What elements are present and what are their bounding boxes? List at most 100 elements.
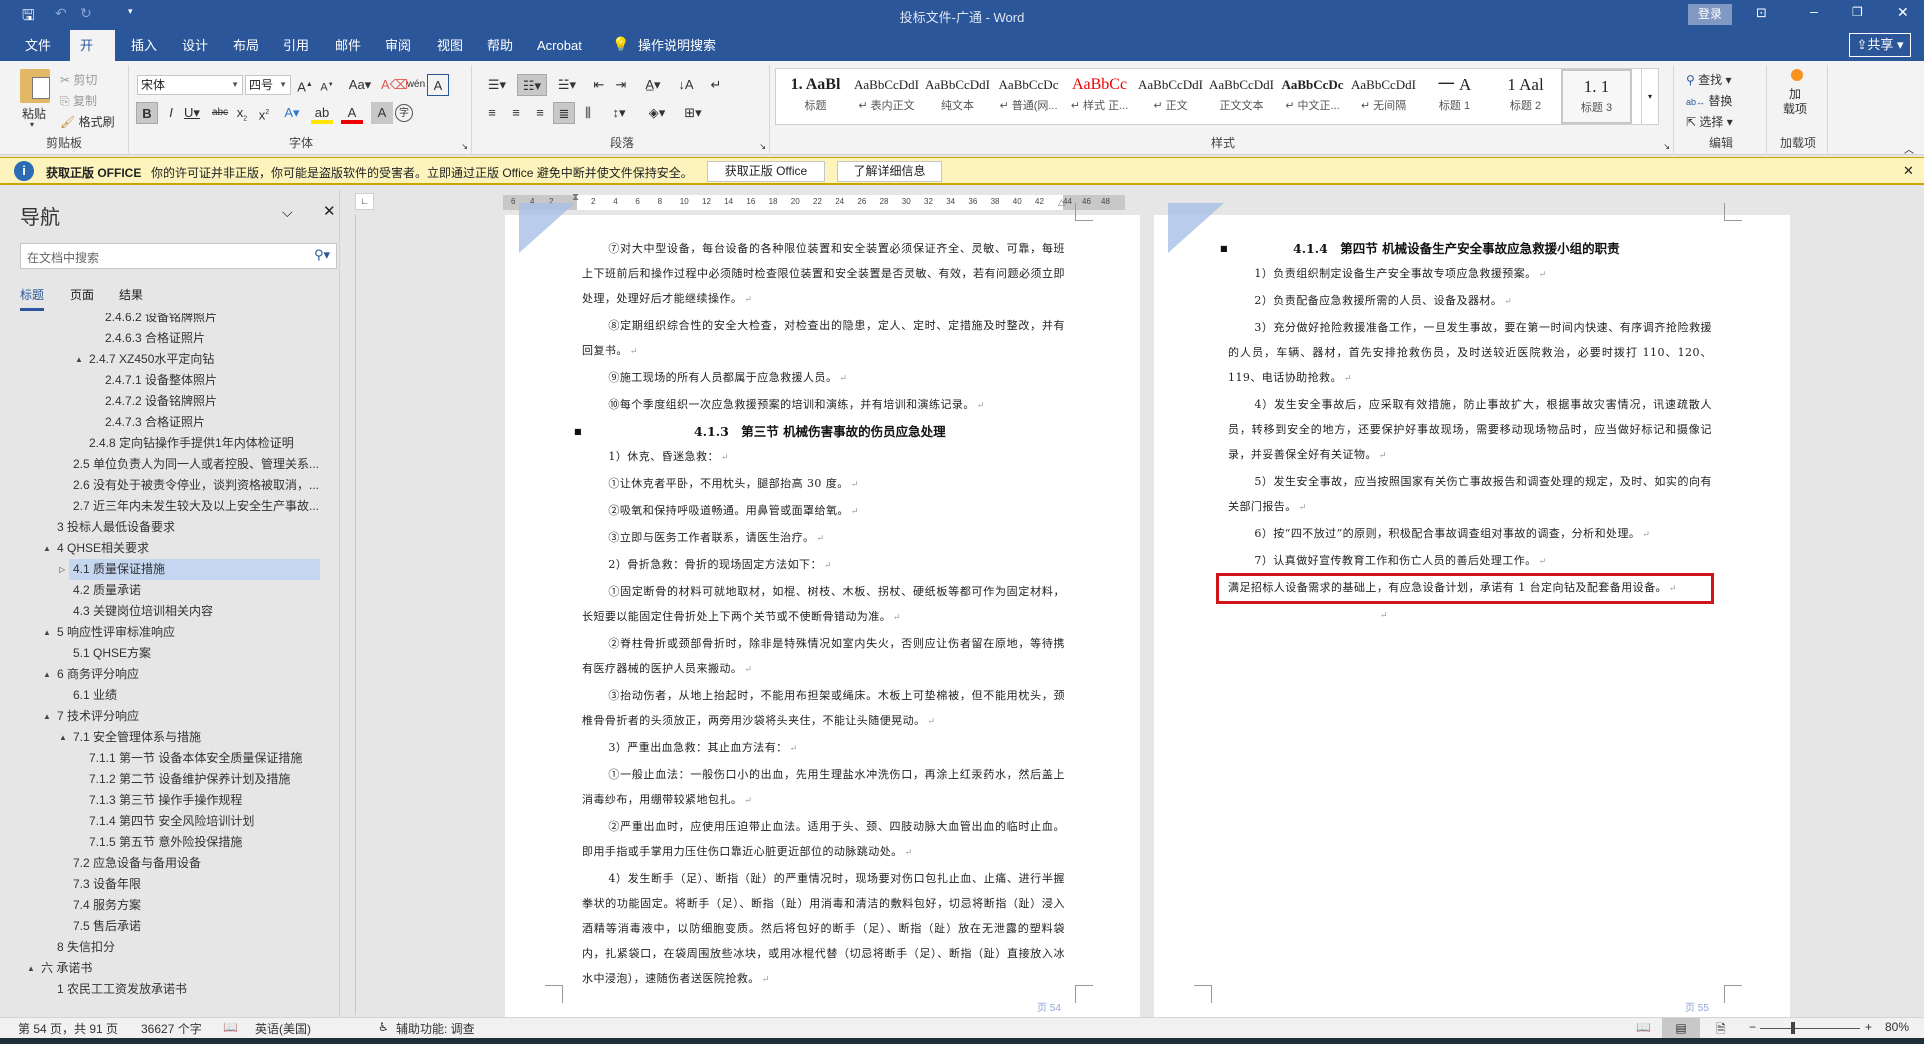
ribbon-display-icon[interactable]: ⊡ [1756,5,1767,21]
superscript-button[interactable]: x2 [253,102,275,124]
align-right-icon[interactable]: ≡ [529,102,551,124]
tab-layout[interactable]: 布局 [223,30,269,61]
word-count[interactable]: 36627 个字 [141,1020,202,1037]
share-button[interactable]: ⇪共享 ▾ [1849,33,1911,57]
close-notice-icon[interactable]: ✕ [1903,163,1914,179]
font-name-select[interactable]: 宋体 ▼ [137,75,243,95]
nav-search-input[interactable]: 在文档中搜索 ⚲▾ [20,243,337,269]
nav-heading-item[interactable]: ▲ 5 响应性评审标准响应 [0,622,330,643]
select-button[interactable]: ⇱ 选择 ▾ [1686,113,1733,130]
paragraph[interactable]: 1）负责组织制定设备生产安全事故专项应急救援预案。 ↵ [1228,261,1712,288]
search-icon[interactable]: ⚲▾ [314,247,330,263]
bullets-icon[interactable]: ☰▾ [483,74,511,96]
replace-button[interactable]: ab↔ 替换 [1686,92,1732,109]
text-effects-icon[interactable]: A▾ [281,102,303,124]
copy-button[interactable]: ⎘ 复制 [60,92,97,109]
highlighted-paragraph[interactable]: 满足招标人设备需求的基础上，有应急设备计划，承诺有 1 台定向钻及配套备用设备。… [1216,573,1714,604]
nav-heading-item[interactable]: 2.6 没有处于被责令停业，谈判资格被取消，... [0,475,330,496]
expand-arrow-icon[interactable]: ▷ [59,559,65,580]
nav-heading-item[interactable]: 7.2 应急设备与备用设备 [0,853,330,874]
paragraph[interactable]: 2）负责配备应急救援所需的人员、设备及器材。 ↵ [1228,288,1712,315]
character-shading-icon[interactable]: A [371,102,393,124]
paragraph[interactable]: ③抬动伤者，从地上抬起时，不能用布担架或绳床。木板上可垫棉被，但不能用枕头，颈椎… [582,683,1065,735]
clear-formatting-icon[interactable]: A⌫ [381,74,408,96]
nav-heading-item[interactable]: ▲ 六 承诺书 [0,958,330,979]
nav-heading-item[interactable]: 7.1.2 第二节 设备维护保养计划及措施 [0,769,330,790]
nav-heading-item[interactable]: 2.5 单位负责人为同一人或者控股、管理关系... [0,454,330,475]
collapse-arrow-icon[interactable]: ▲ [43,664,51,685]
numbering-icon[interactable]: ☷▾ [517,74,547,96]
paragraph[interactable]: 3）严重出血急救：其止血方法有： ↵ [582,735,1065,762]
style-item[interactable]: AaBbCcDdI ↵ 无间隔 [1348,69,1419,124]
decrease-indent-icon[interactable]: ⇤ [588,74,610,96]
tab-references[interactable]: 引用 [273,30,319,61]
nav-heading-item[interactable]: 3 投标人最低设备要求 [0,517,330,538]
collapse-arrow-icon[interactable]: ▲ [43,706,51,727]
nav-options-icon[interactable]: ⌵ [282,204,293,221]
format-painter-button[interactable]: 🖌 格式刷 [60,113,115,130]
zoom-slider-thumb[interactable] [1791,1022,1796,1034]
enclose-characters-icon[interactable]: 字 [395,104,413,122]
nav-heading-item[interactable]: 8 失信扣分 [0,937,330,958]
nav-heading-item[interactable]: 2.4.6.3 合格证照片 [0,328,330,349]
zoom-in-button[interactable]: + [1865,1020,1872,1034]
tab-insert[interactable]: 插入 [121,30,167,61]
tab-file[interactable]: 文件 [15,30,61,61]
paragraph[interactable]: ①让休克者平卧，不用枕头，腿部抬高 30 度。 ↵ [582,471,1065,498]
nav-heading-item[interactable]: 4.3 关键岗位培训相关内容 [0,601,330,622]
nav-heading-item[interactable]: ▲ 4 QHSE相关要求 [0,538,330,559]
paragraph[interactable]: ①固定断骨的材料可就地取材，如棍、树枝、木板、拐杖、硬纸板等都可作为固定材料，长… [582,579,1065,631]
paragraph[interactable]: ②脊柱骨折或颈部骨折时，除非是特殊情况如室内失火，否则应让伤者留在原地，等待携有… [582,631,1065,683]
nav-heading-item[interactable]: 2.4.7.3 合格证照片 [0,412,330,433]
zoom-level[interactable]: 80% [1885,1020,1909,1034]
collapse-arrow-icon[interactable]: ▲ [27,958,35,979]
tab-design[interactable]: 设计 [172,30,218,61]
paragraph[interactable]: ①一般止血法：一般伤口小的出血，先用生理盐水冲洗伤口，再涂上红汞药水，然后盖上消… [582,762,1065,814]
nav-heading-item[interactable]: 7.1.5 第五节 意外险投保措施 [0,832,330,853]
get-genuine-button[interactable]: 获取正版 Office [707,161,825,182]
restore-button[interactable]: ❐ [1852,5,1863,19]
nav-heading-item[interactable]: 1 农民工工资发放承诺书 [0,979,330,1000]
nav-heading-item[interactable]: 2.4.7.2 设备铭牌照片 [0,391,330,412]
nav-heading-item[interactable]: 6.1 业绩 [0,685,330,706]
change-case-icon[interactable]: Aa▾ [345,74,375,96]
paragraph[interactable]: 2）骨折急救：骨折的现场固定方法如下： ↵ [582,552,1065,579]
tab-review[interactable]: 审阅 [375,30,421,61]
nav-heading-item[interactable]: 7.5 售后承诺 [0,916,330,937]
tab-help[interactable]: 帮助 [477,30,523,61]
right-indent-marker[interactable]: △ [1058,197,1065,208]
highlight-color-icon[interactable]: ab [311,102,333,124]
style-item[interactable]: AaBbCcDdI ↵ 正文 [1135,69,1206,124]
style-item[interactable]: AaBbCcDc ↵ 中文正... [1277,69,1348,124]
shrink-font-icon[interactable]: A▼ [316,74,338,96]
nav-tab-headings[interactable]: 标题 [20,286,45,311]
shading-icon[interactable]: ◈▾ [643,102,671,124]
nav-heading-item[interactable]: ▷ 4.1 质量保证措施 [0,559,330,580]
collapse-arrow-icon[interactable]: ▲ [59,727,67,748]
nav-close-icon[interactable]: ✕ [323,202,336,220]
nav-heading-item[interactable]: 7.3 设备年限 [0,874,330,895]
page-count[interactable]: 第 54 页，共 91 页 [18,1020,118,1037]
show-marks-icon[interactable]: ↵ [705,74,727,96]
collapse-ribbon-icon[interactable]: ︿ [1904,141,1914,156]
style-item[interactable]: AaBbCcDdI 纯文本 [922,69,993,124]
nav-heading-item[interactable]: 7.1.1 第一节 设备本体安全质量保证措施 [0,748,330,769]
nav-heading-item[interactable]: 7.4 服务方案 [0,895,330,916]
tab-view[interactable]: 视图 [427,30,473,61]
nav-heading-item[interactable]: ▲ 2.4.7 XZ450水平定向钻 [0,349,330,370]
close-button[interactable]: ✕ [1897,4,1909,21]
paragraph[interactable]: 3）充分做好抢险救援准备工作，一旦发生事故，要在第一时间内快速、有序调齐抢险救援… [1228,315,1712,392]
paragraph[interactable]: ⑧定期组织综合性的安全大检查，对检查出的隐患，定人、定时、定措施及时整改，并有回… [582,313,1065,365]
find-button[interactable]: ⚲ 查找 ▾ [1686,71,1732,88]
paragraph[interactable]: 1）休克、昏迷急救： ↵ [582,444,1065,471]
align-left-icon[interactable]: ≡ [481,102,503,124]
nav-tab-pages[interactable]: 页面 [70,286,94,303]
nav-heading-item[interactable]: 7.1.4 第四节 安全风险培训计划 [0,811,330,832]
paragraph[interactable]: 5）发生安全事故，应当按照国家有关伤亡事故报告和调查处理的规定，及时、如实的向有… [1228,469,1712,521]
nav-heading-item[interactable]: 5.1 QHSE方案 [0,643,330,664]
font-size-select[interactable]: 四号 ▼ [245,75,291,95]
paste-dropdown[interactable]: ▾ [30,120,34,129]
collapse-arrow-icon[interactable]: ▲ [43,622,51,643]
collapse-arrow-icon[interactable]: ▲ [43,538,51,559]
nav-heading-item[interactable]: 2.4.6.2 设备铭牌照片 [0,313,330,328]
